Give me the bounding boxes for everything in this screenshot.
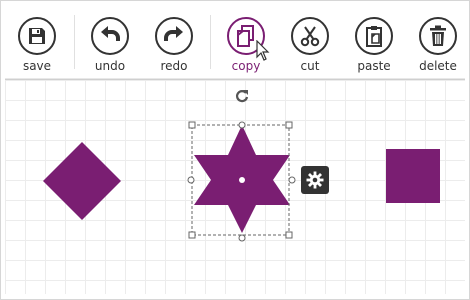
cut-label: cut: [300, 59, 320, 73]
copy-icon: [227, 17, 265, 55]
undo-label: undo: [94, 59, 126, 73]
diagram-editor: save undo redo copy cut paste delete: [0, 0, 470, 300]
clipboard-icon: [355, 17, 393, 55]
toolbar-divider: [74, 15, 75, 69]
toolbar: save undo redo copy cut paste delete: [1, 1, 469, 77]
gear-icon: [306, 171, 324, 189]
floppy-disk-icon: [18, 17, 56, 55]
square-shape[interactable]: [385, 148, 441, 204]
redo-label: redo: [160, 59, 188, 73]
scissors-icon: [291, 17, 329, 55]
shape-settings-button[interactable]: [301, 166, 329, 194]
undo-arrow-icon: [91, 17, 129, 55]
resize-handle-bottom-left: [188, 231, 196, 239]
resize-handle-top-left: [188, 121, 196, 129]
save-label: save: [22, 59, 52, 73]
delete-label: delete: [419, 59, 457, 73]
trash-icon: [419, 17, 457, 55]
cut-button[interactable]: cut: [282, 11, 342, 73]
resize-handle-left: [187, 176, 195, 184]
resize-handle-bottom: [238, 234, 246, 242]
copy-button[interactable]: copy: [218, 11, 278, 73]
paste-label: paste: [357, 59, 391, 73]
paste-button[interactable]: paste: [346, 11, 406, 73]
rotate-icon[interactable]: [235, 89, 249, 103]
delete-button[interactable]: delete: [410, 11, 469, 73]
resize-handle-top: [238, 121, 246, 129]
selected-star-group[interactable]: [185, 119, 299, 245]
toolbar-divider: [210, 15, 211, 69]
center-pin: [239, 177, 245, 183]
redo-arrow-icon: [155, 17, 193, 55]
copy-label: copy: [231, 59, 261, 73]
save-button[interactable]: save: [9, 11, 69, 73]
resize-handle-right: [288, 176, 296, 184]
resize-handle-bottom-right: [285, 231, 293, 239]
redo-button[interactable]: redo: [146, 11, 206, 73]
diamond-shape[interactable]: [41, 141, 123, 221]
undo-button[interactable]: undo: [82, 11, 142, 73]
resize-handle-top-right: [285, 121, 293, 129]
